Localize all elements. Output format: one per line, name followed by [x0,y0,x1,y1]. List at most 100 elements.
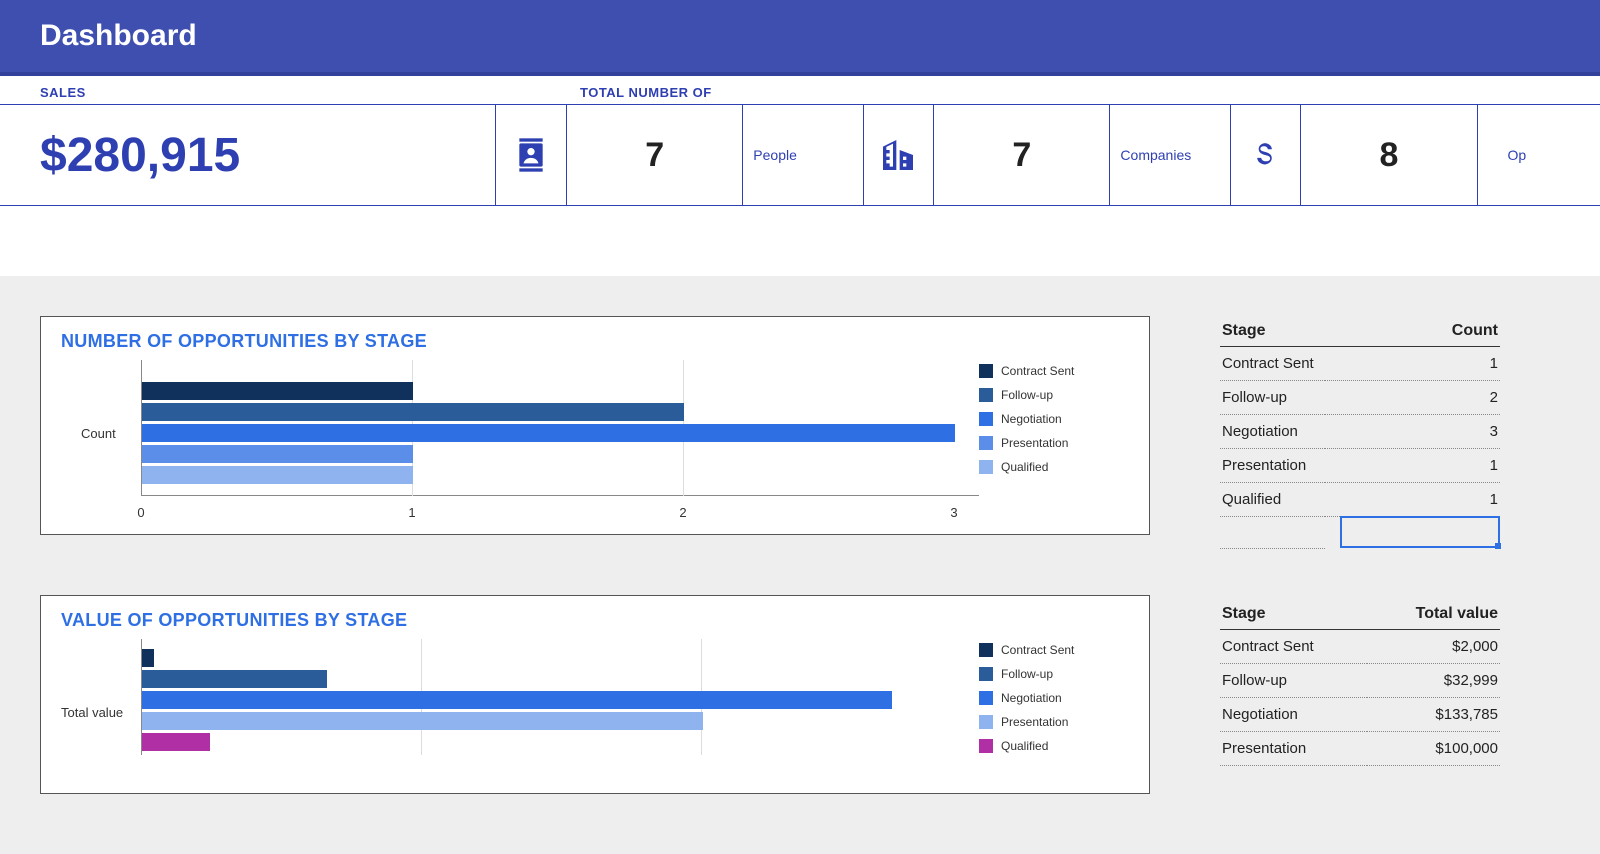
people-label: People [753,147,797,163]
companies-label: Companies [1120,147,1191,163]
th-count[interactable]: Count [1325,316,1500,347]
legend-item: Qualified [979,739,1129,753]
legend-label: Qualified [1001,739,1048,753]
table-row[interactable]: Negotiation$133,785 [1220,697,1500,731]
opportunities-count-cell: 8 [1301,105,1477,205]
content-area: NUMBER OF OPPORTUNITIES BY STAGE Count 0… [0,276,1600,854]
bar-contract-sent [142,649,154,667]
legend-item: Follow-up [979,667,1129,681]
th-total-value[interactable]: Total value [1367,599,1500,630]
table-row[interactable]: Negotiation3 [1220,415,1500,449]
page-title: Dashboard [40,19,197,53]
legend-label: Negotiation [1001,412,1062,426]
chart1-ylabel: Count [81,426,116,441]
cell-stage: Contract Sent [1220,347,1325,381]
cell-count: 1 [1325,483,1500,517]
person-icon [511,135,551,175]
cell-stage: Negotiation [1220,697,1367,731]
dollar-icon [1247,137,1283,173]
chart2-legend: Contract Sent Follow-up Negotiation Pres… [979,639,1129,779]
th-stage[interactable]: Stage [1220,316,1325,347]
bar-follow-up [142,403,684,421]
cell-value: $32,999 [1367,663,1500,697]
table-count-by-stage: Stage Count Contract Sent1 Follow-up2 Ne… [1220,316,1500,549]
cell-stage: Follow-up [1220,663,1367,697]
opportunities-count: 8 [1379,136,1398,175]
legend-item: Contract Sent [979,364,1129,378]
legend-label: Contract Sent [1001,364,1074,378]
people-count-cell: 7 [567,105,743,205]
cell-count: 1 [1325,347,1500,381]
chart2-ylabel: Total value [61,705,123,720]
cell-stage: Negotiation [1220,415,1325,449]
bar-qualified [142,733,210,751]
cell-count: 3 [1325,415,1500,449]
chart1-tick: 0 [137,505,144,520]
total-section-label: TOTAL NUMBER OF [580,85,712,100]
legend-label: Presentation [1001,436,1068,450]
chart2-plot: Total value [61,639,979,779]
app-header: Dashboard [0,0,1600,76]
table-row[interactable] [1220,517,1500,549]
chart1-title: NUMBER OF OPPORTUNITIES BY STAGE [61,331,1129,352]
chart-opportunities-by-stage: NUMBER OF OPPORTUNITIES BY STAGE Count 0… [40,316,1150,535]
sales-total-cell: $280,915 [0,105,496,205]
legend-label: Follow-up [1001,388,1053,402]
legend-item: Presentation [979,436,1129,450]
legend-item: Qualified [979,460,1129,474]
chart-value-by-stage: VALUE OF OPPORTUNITIES BY STAGE Total va… [40,595,1150,794]
companies-label-cell[interactable]: Companies [1110,105,1230,205]
table-value-by-stage: Stage Total value Contract Sent$2,000 Fo… [1220,599,1500,766]
chart1-x-axis [141,495,979,496]
opportunities-label: Op [1508,147,1527,163]
companies-icon-cell [864,105,935,205]
selected-cell-indicator[interactable] [1340,516,1500,548]
chart1-bars [142,370,979,495]
legend-label: Follow-up [1001,667,1053,681]
chart1-tick: 1 [408,505,415,520]
chart1-tick: 2 [679,505,686,520]
table-row[interactable]: Contract Sent1 [1220,347,1500,381]
cell-empty [1220,517,1325,549]
legend-label: Contract Sent [1001,643,1074,657]
cell-stage: Presentation [1220,731,1367,765]
companies-count: 7 [1012,136,1031,175]
bar-negotiation [142,424,955,442]
sales-section-label: SALES [40,85,580,100]
table-row[interactable]: Presentation$100,000 [1220,731,1500,765]
chart2-bars [142,645,979,754]
people-label-cell[interactable]: People [743,105,863,205]
chart2-title: VALUE OF OPPORTUNITIES BY STAGE [61,610,1129,631]
people-icon-cell [496,105,567,205]
charts-column: NUMBER OF OPPORTUNITIES BY STAGE Count 0… [40,316,1150,854]
legend-label: Presentation [1001,715,1068,729]
table-row[interactable]: Presentation1 [1220,449,1500,483]
legend-item: Negotiation [979,691,1129,705]
bar-presentation [142,712,703,730]
tables-column: Stage Count Contract Sent1 Follow-up2 Ne… [1220,316,1500,854]
table-row[interactable]: Contract Sent$2,000 [1220,629,1500,663]
table-row[interactable]: Follow-up2 [1220,381,1500,415]
legend-item: Presentation [979,715,1129,729]
opportunities-label-cell[interactable]: Op [1478,105,1600,205]
people-count: 7 [645,136,664,175]
opportunities-icon-cell [1231,105,1302,205]
cell-stage: Qualified [1220,483,1325,517]
bar-follow-up [142,670,327,688]
chart1-plot: Count 0 1 2 3 [61,360,979,520]
table-row[interactable]: Qualified1 [1220,483,1500,517]
cell-value: $100,000 [1367,731,1500,765]
cell-value: $133,785 [1367,697,1500,731]
table-row[interactable]: Follow-up$32,999 [1220,663,1500,697]
cell-stage: Follow-up [1220,381,1325,415]
chart1-tick: 3 [950,505,957,520]
bar-negotiation [142,691,892,709]
cell-stage: Presentation [1220,449,1325,483]
cell-stage: Contract Sent [1220,629,1367,663]
cell-value: $2,000 [1367,629,1500,663]
cell-selected[interactable] [1325,517,1500,549]
bar-qualified [142,466,413,484]
th-stage[interactable]: Stage [1220,599,1367,630]
bar-presentation [142,445,413,463]
stats-row: SALES TOTAL NUMBER OF $280,915 7 People … [0,76,1600,206]
